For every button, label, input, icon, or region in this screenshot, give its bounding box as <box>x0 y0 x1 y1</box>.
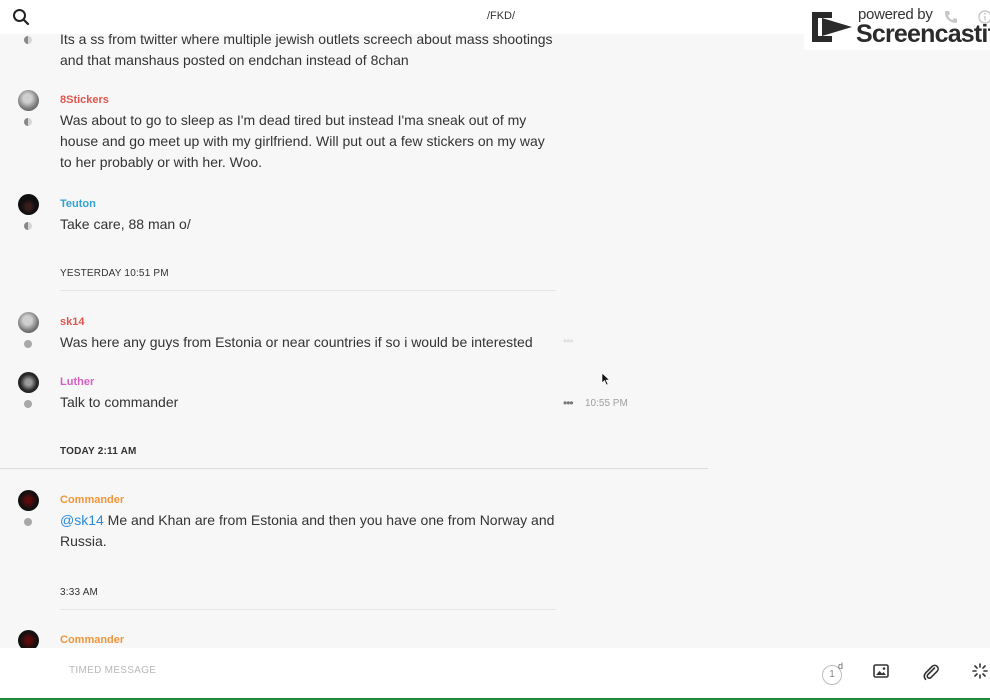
read-status-icon <box>24 518 32 526</box>
loading-spinner-icon <box>972 663 988 684</box>
avatar[interactable] <box>18 194 39 215</box>
mouse-cursor-icon <box>601 372 611 391</box>
timer-unit: d <box>838 661 844 671</box>
avatar[interactable] <box>18 90 39 111</box>
message-text: Its a ss from twitter where multiple jew… <box>60 31 553 68</box>
username[interactable]: Commander <box>60 494 124 506</box>
mention-link[interactable]: @sk14 <box>60 512 104 528</box>
date-divider: 3:33 AM <box>60 587 99 598</box>
composer-bar: 1 d <box>0 648 990 698</box>
username[interactable]: 8Stickers <box>60 94 109 106</box>
date-divider: YESTERDAY 10:51 PM <box>60 268 169 279</box>
message-text: Take care, 88 man o/ <box>60 216 191 232</box>
paperclip-icon[interactable] <box>922 663 940 686</box>
divider-line <box>60 609 556 610</box>
read-status-icon <box>24 36 32 44</box>
image-icon[interactable] <box>873 663 889 684</box>
avatar[interactable] <box>18 312 39 333</box>
read-status-icon <box>24 400 32 408</box>
date-divider: TODAY 2:11 AM <box>60 446 137 457</box>
message-text: @sk14 Me and Khan are from Estonia and t… <box>60 510 560 552</box>
message-text: Was here any guys from Estonia or near c… <box>60 334 533 350</box>
more-dots-icon[interactable]: ••• <box>563 334 574 348</box>
divider-line <box>0 468 708 469</box>
timed-message-input[interactable] <box>67 664 571 677</box>
message-body: Me and Khan are from Estonia and then yo… <box>60 512 555 549</box>
screencastify-watermark: powered by Screencastify <box>804 4 990 50</box>
username[interactable]: Luther <box>60 376 94 388</box>
watermark-brand-text: Screencastify <box>856 20 990 48</box>
more-dots-icon[interactable]: ••• <box>563 396 574 410</box>
read-status-icon <box>24 222 32 230</box>
username[interactable]: Teuton <box>60 198 96 210</box>
message-text: Talk to commander <box>60 394 179 410</box>
divider-line <box>60 290 556 291</box>
read-status-icon <box>24 340 32 348</box>
screencastify-logo-icon <box>808 8 854 51</box>
info-icon[interactable] <box>978 10 990 29</box>
message-text: Was about to go to sleep as I'm dead tir… <box>60 112 545 170</box>
username[interactable]: sk14 <box>60 316 84 328</box>
avatar[interactable] <box>18 490 39 511</box>
message-time: 10:55 PM <box>585 398 628 409</box>
phone-icon[interactable] <box>944 10 958 29</box>
read-status-icon <box>24 118 32 126</box>
avatar[interactable] <box>18 372 39 393</box>
username[interactable]: Commander <box>60 634 124 646</box>
